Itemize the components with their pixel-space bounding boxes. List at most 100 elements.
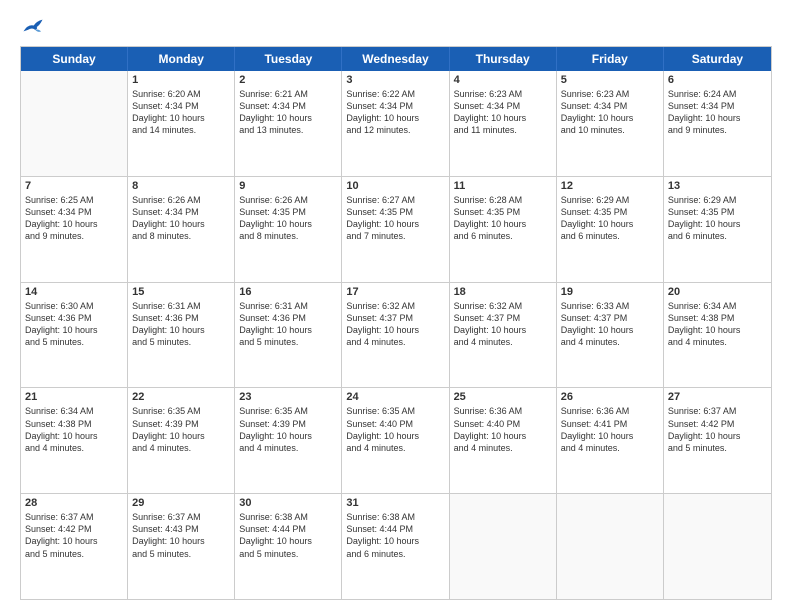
header-cell-saturday: Saturday xyxy=(664,47,771,71)
day-number: 6 xyxy=(668,74,767,86)
logo-text xyxy=(20,18,44,36)
day-number: 19 xyxy=(561,286,659,298)
cal-cell-2-5: 11 Sunrise: 6:28 AMSunset: 4:35 PMDayligh… xyxy=(450,177,557,282)
day-info: Sunrise: 6:38 AMSunset: 4:44 PMDaylight:… xyxy=(346,511,444,560)
day-info: Sunrise: 6:21 AMSunset: 4:34 PMDaylight:… xyxy=(239,88,337,137)
day-number: 7 xyxy=(25,180,123,192)
cal-cell-1-7: 6Sunrise: 6:24 AMSunset: 4:34 PMDaylight… xyxy=(664,71,771,176)
day-number: 16 xyxy=(239,286,337,298)
calendar-row-1: 1Sunrise: 6:20 AMSunset: 4:34 PMDaylight… xyxy=(21,71,771,176)
header-cell-monday: Monday xyxy=(128,47,235,71)
day-info: Sunrise: 6:26 AMSunset: 4:35 PMDaylight:… xyxy=(239,194,337,243)
day-number: 28 xyxy=(25,497,123,509)
cal-cell-3-6: 19 Sunrise: 6:33 AMSunset: 4:37 PMDayligh… xyxy=(557,283,664,388)
day-info: Sunrise: 6:31 AMSunset: 4:36 PMDaylight:… xyxy=(132,300,230,349)
header xyxy=(20,18,772,36)
cal-cell-1-5: 4 Sunrise: 6:23 AMSunset: 4:34 PMDaylight… xyxy=(450,71,557,176)
day-number: 14 xyxy=(25,286,123,298)
cal-cell-3-3: 16 Sunrise: 6:31 AMSunset: 4:36 PMDayligh… xyxy=(235,283,342,388)
cal-cell-3-5: 18 Sunrise: 6:32 AMSunset: 4:37 PMDayligh… xyxy=(450,283,557,388)
day-number: 15 xyxy=(132,286,230,298)
day-info: Sunrise: 6:28 AMSunset: 4:35 PMDaylight:… xyxy=(454,194,552,243)
cal-cell-5-7 xyxy=(664,494,771,599)
day-info: Sunrise: 6:31 AMSunset: 4:36 PMDaylight:… xyxy=(239,300,337,349)
day-number: 31 xyxy=(346,497,444,509)
cal-cell-4-7: 27 Sunrise: 6:37 AMSunset: 4:42 PMDayligh… xyxy=(664,388,771,493)
day-number: 21 xyxy=(25,391,123,403)
day-info: Sunrise: 6:20 AMSunset: 4:34 PMDaylight:… xyxy=(132,88,230,137)
day-info: Sunrise: 6:23 AMSunset: 4:34 PMDaylight:… xyxy=(454,88,552,137)
day-info: Sunrise: 6:32 AMSunset: 4:37 PMDaylight:… xyxy=(346,300,444,349)
day-number: 11 xyxy=(454,180,552,192)
day-number: 27 xyxy=(668,391,767,403)
cal-cell-5-4: 31 Sunrise: 6:38 AMSunset: 4:44 PMDayligh… xyxy=(342,494,449,599)
day-info: Sunrise: 6:35 AMSunset: 4:39 PMDaylight:… xyxy=(132,405,230,454)
day-info: Sunrise: 6:33 AMSunset: 4:37 PMDaylight:… xyxy=(561,300,659,349)
cal-cell-5-3: 30Sunrise: 6:38 AMSunset: 4:44 PMDayligh… xyxy=(235,494,342,599)
cal-cell-3-1: 14 Sunrise: 6:30 AMSunset: 4:36 PMDayligh… xyxy=(21,283,128,388)
day-number: 23 xyxy=(239,391,337,403)
cal-cell-1-6: 5 Sunrise: 6:23 AMSunset: 4:34 PMDaylight… xyxy=(557,71,664,176)
cal-cell-2-4: 10 Sunrise: 6:27 AMSunset: 4:35 PMDayligh… xyxy=(342,177,449,282)
cal-cell-1-2: 1Sunrise: 6:20 AMSunset: 4:34 PMDaylight… xyxy=(128,71,235,176)
cal-cell-5-1: 28 Sunrise: 6:37 AMSunset: 4:42 PMDayligh… xyxy=(21,494,128,599)
cal-cell-2-6: 12 Sunrise: 6:29 AMSunset: 4:35 PMDayligh… xyxy=(557,177,664,282)
day-number: 4 xyxy=(454,74,552,86)
cal-cell-4-3: 23 Sunrise: 6:35 AMSunset: 4:39 PMDayligh… xyxy=(235,388,342,493)
cal-cell-1-3: 2 Sunrise: 6:21 AMSunset: 4:34 PMDaylight… xyxy=(235,71,342,176)
calendar-header-row: SundayMondayTuesdayWednesdayThursdayFrid… xyxy=(21,47,771,71)
cal-cell-4-5: 25 Sunrise: 6:36 AMSunset: 4:40 PMDayligh… xyxy=(450,388,557,493)
cal-cell-5-2: 29 Sunrise: 6:37 AMSunset: 4:43 PMDayligh… xyxy=(128,494,235,599)
cal-cell-5-5 xyxy=(450,494,557,599)
cal-cell-2-3: 9 Sunrise: 6:26 AMSunset: 4:35 PMDaylight… xyxy=(235,177,342,282)
day-number: 17 xyxy=(346,286,444,298)
day-number: 9 xyxy=(239,180,337,192)
day-info: Sunrise: 6:30 AMSunset: 4:36 PMDaylight:… xyxy=(25,300,123,349)
header-cell-sunday: Sunday xyxy=(21,47,128,71)
day-info: Sunrise: 6:37 AMSunset: 4:42 PMDaylight:… xyxy=(668,405,767,454)
day-number: 30 xyxy=(239,497,337,509)
cal-cell-4-2: 22Sunrise: 6:35 AMSunset: 4:39 PMDayligh… xyxy=(128,388,235,493)
day-info: Sunrise: 6:29 AMSunset: 4:35 PMDaylight:… xyxy=(668,194,767,243)
cal-cell-3-4: 17 Sunrise: 6:32 AMSunset: 4:37 PMDayligh… xyxy=(342,283,449,388)
cal-cell-4-4: 24 Sunrise: 6:35 AMSunset: 4:40 PMDayligh… xyxy=(342,388,449,493)
day-info: Sunrise: 6:34 AMSunset: 4:38 PMDaylight:… xyxy=(25,405,123,454)
day-info: Sunrise: 6:35 AMSunset: 4:39 PMDaylight:… xyxy=(239,405,337,454)
day-info: Sunrise: 6:23 AMSunset: 4:34 PMDaylight:… xyxy=(561,88,659,137)
calendar-body: 1Sunrise: 6:20 AMSunset: 4:34 PMDaylight… xyxy=(21,71,771,599)
calendar-row-2: 7Sunrise: 6:25 AMSunset: 4:34 PMDaylight… xyxy=(21,176,771,282)
day-number: 24 xyxy=(346,391,444,403)
day-number: 3 xyxy=(346,74,444,86)
day-number: 8 xyxy=(132,180,230,192)
day-info: Sunrise: 6:37 AMSunset: 4:42 PMDaylight:… xyxy=(25,511,123,560)
calendar-row-3: 14 Sunrise: 6:30 AMSunset: 4:36 PMDayligh… xyxy=(21,282,771,388)
day-number: 29 xyxy=(132,497,230,509)
day-info: Sunrise: 6:36 AMSunset: 4:41 PMDaylight:… xyxy=(561,405,659,454)
cal-cell-2-1: 7Sunrise: 6:25 AMSunset: 4:34 PMDaylight… xyxy=(21,177,128,282)
day-info: Sunrise: 6:29 AMSunset: 4:35 PMDaylight:… xyxy=(561,194,659,243)
day-number: 20 xyxy=(668,286,767,298)
day-number: 12 xyxy=(561,180,659,192)
day-number: 2 xyxy=(239,74,337,86)
day-number: 10 xyxy=(346,180,444,192)
day-info: Sunrise: 6:27 AMSunset: 4:35 PMDaylight:… xyxy=(346,194,444,243)
day-number: 26 xyxy=(561,391,659,403)
cal-cell-3-7: 20 Sunrise: 6:34 AMSunset: 4:38 PMDayligh… xyxy=(664,283,771,388)
calendar-row-5: 28 Sunrise: 6:37 AMSunset: 4:42 PMDayligh… xyxy=(21,493,771,599)
header-cell-tuesday: Tuesday xyxy=(235,47,342,71)
cal-cell-3-2: 15 Sunrise: 6:31 AMSunset: 4:36 PMDayligh… xyxy=(128,283,235,388)
header-cell-friday: Friday xyxy=(557,47,664,71)
header-cell-thursday: Thursday xyxy=(450,47,557,71)
day-number: 18 xyxy=(454,286,552,298)
page: SundayMondayTuesdayWednesdayThursdayFrid… xyxy=(0,0,792,612)
calendar: SundayMondayTuesdayWednesdayThursdayFrid… xyxy=(20,46,772,600)
day-info: Sunrise: 6:35 AMSunset: 4:40 PMDaylight:… xyxy=(346,405,444,454)
day-info: Sunrise: 6:37 AMSunset: 4:43 PMDaylight:… xyxy=(132,511,230,560)
day-number: 25 xyxy=(454,391,552,403)
day-number: 5 xyxy=(561,74,659,86)
day-info: Sunrise: 6:32 AMSunset: 4:37 PMDaylight:… xyxy=(454,300,552,349)
day-info: Sunrise: 6:36 AMSunset: 4:40 PMDaylight:… xyxy=(454,405,552,454)
cal-cell-2-7: 13Sunrise: 6:29 AMSunset: 4:35 PMDayligh… xyxy=(664,177,771,282)
cal-cell-4-6: 26 Sunrise: 6:36 AMSunset: 4:41 PMDayligh… xyxy=(557,388,664,493)
day-info: Sunrise: 6:34 AMSunset: 4:38 PMDaylight:… xyxy=(668,300,767,349)
